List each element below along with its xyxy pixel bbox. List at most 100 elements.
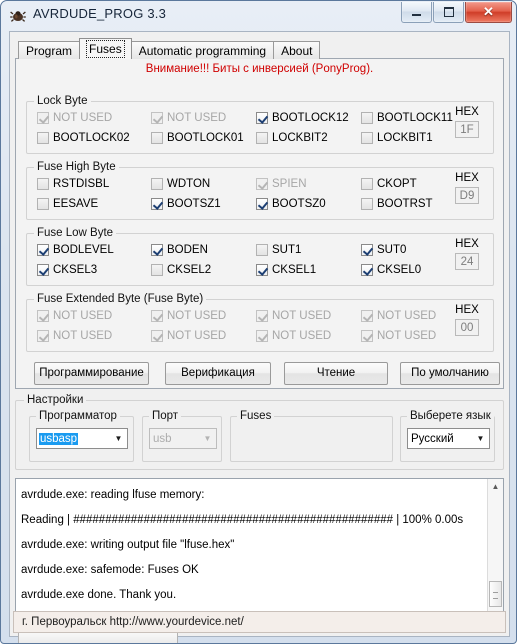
chevron-down-icon: ▼ <box>476 434 485 443</box>
checkbox-bootlock01[interactable]: BOOTLOCK01 <box>151 131 244 145</box>
fuses-tab-page: Внимание!!! Биты с инверсией (PonyProg).… <box>15 58 504 389</box>
checkbox-ext-not-used-1[interactable]: NOT USED <box>37 309 112 323</box>
port-combobox[interactable]: usb ▼ <box>149 428 217 449</box>
checkbox-label: LOCKBIT1 <box>377 132 433 144</box>
checkbox-label: NOT USED <box>377 310 437 322</box>
checkbox-bootlock02[interactable]: BOOTLOCK02 <box>37 131 130 145</box>
read-button[interactable]: Чтение <box>284 362 388 385</box>
hex-value[interactable]: 24 <box>455 253 479 270</box>
hex-label: HEX <box>455 304 479 316</box>
inversion-warning: Внимание!!! Биты с инверсией (PonyProg). <box>145 63 374 75</box>
checkbox-rstdisbl[interactable]: RSTDISBL <box>37 177 109 191</box>
checkbox-ext-not-used-5[interactable]: NOT USED <box>37 329 112 343</box>
hex-value[interactable]: 00 <box>455 319 479 336</box>
hex-value[interactable]: 1F <box>455 121 479 138</box>
programmer-combobox[interactable]: usbasp ▼ <box>36 428 128 449</box>
programmer-group: Программатор usbasp ▼ <box>29 410 134 462</box>
language-combobox[interactable]: Русский ▼ <box>407 428 490 449</box>
close-icon: ✕ <box>483 4 494 19</box>
scroll-up-icon[interactable]: ▲ <box>488 479 503 495</box>
scrollbar-thumb[interactable] <box>489 581 502 607</box>
tab-about[interactable]: About <box>273 41 321 59</box>
checkbox-bootsz0[interactable]: BOOTSZ0 <box>256 197 326 211</box>
checkbox-bootlock12[interactable]: BOOTLOCK12 <box>256 111 349 125</box>
checkbox-label: BOOTLOCK11 <box>377 112 453 124</box>
checkbox-eesave[interactable]: EESAVE <box>37 197 98 211</box>
checkbox-ext-not-used-6[interactable]: NOT USED <box>151 329 226 343</box>
checkbox-label: RSTDISBL <box>53 178 110 190</box>
hex-value[interactable]: D9 <box>455 187 479 204</box>
checkbox-sut1[interactable]: SUT1 <box>256 243 301 257</box>
checkbox-ext-not-used-8[interactable]: NOT USED <box>361 329 436 343</box>
checkbox-cksel1[interactable]: CKSEL1 <box>256 263 316 277</box>
scrollbar-track[interactable] <box>18 632 178 643</box>
checkbox-box <box>256 264 268 276</box>
tab-program[interactable]: Program <box>18 41 81 59</box>
group-fuse-high-byte: Fuse High Byte RSTDISBL WDTON SPIEN CKOP… <box>26 161 494 220</box>
checkbox-box <box>37 132 49 144</box>
group-legend: Lock Byte <box>34 95 91 107</box>
close-button[interactable]: ✕ <box>465 2 512 23</box>
checkbox-bootlock11[interactable]: BOOTLOCK11 <box>361 111 453 125</box>
group-fuse-low-byte: Fuse Low Byte BODLEVEL BODEN SUT1 SUT0 C… <box>26 227 494 286</box>
fuse-extended-byte-hex: HEX 00 <box>450 304 484 336</box>
checkbox-box <box>37 198 49 210</box>
checkbox-wdton[interactable]: WDTON <box>151 177 210 191</box>
checkbox-lock-not-used-2[interactable]: NOT USED <box>151 111 226 125</box>
checkbox-bootrst[interactable]: BOOTRST <box>361 197 433 211</box>
checkbox-label: NOT USED <box>53 330 113 342</box>
port-legend: Порт <box>149 410 182 422</box>
checkbox-bootsz1[interactable]: BOOTSZ1 <box>151 197 221 211</box>
checkbox-box <box>361 178 373 190</box>
log-line: Reading | ##############################… <box>21 514 464 526</box>
checkbox-box <box>151 198 163 210</box>
default-button[interactable]: По умолчанию <box>400 362 500 385</box>
programmer-value: usbasp <box>39 432 79 445</box>
checkbox-lockbit1[interactable]: LOCKBIT1 <box>361 131 433 145</box>
checkbox-ext-not-used-3[interactable]: NOT USED <box>256 309 331 323</box>
checkbox-label: CKOPT <box>377 178 417 190</box>
language-group: Выберете язык Русский ▼ <box>400 410 495 462</box>
checkbox-box <box>361 330 373 342</box>
log-horizontal-scrollbar[interactable] <box>18 632 178 643</box>
checkbox-box <box>361 198 373 210</box>
checkbox-lockbit2[interactable]: LOCKBIT2 <box>256 131 328 145</box>
tab-automatic-programming[interactable]: Automatic programming <box>130 41 275 59</box>
log-lines: avrdude.exe: reading lfuse memory: Readi… <box>21 483 483 608</box>
window-title: AVRDUDE_PROG 3.3 <box>33 6 166 21</box>
port-group: Порт usb ▼ <box>142 410 222 462</box>
checkbox-sut0[interactable]: SUT0 <box>361 243 406 257</box>
fuse-high-byte-hex: HEX D9 <box>450 172 484 204</box>
minimize-button[interactable] <box>401 2 432 23</box>
checkbox-cksel2[interactable]: CKSEL2 <box>151 263 211 277</box>
checkbox-label: NOT USED <box>167 330 227 342</box>
log-line: avrdude.exe: writing output file "lfuse.… <box>21 539 235 551</box>
checkbox-label: NOT USED <box>53 310 113 322</box>
checkbox-bodlevel[interactable]: BODLEVEL <box>37 243 114 257</box>
chevron-down-icon: ▼ <box>114 434 123 443</box>
checkbox-box <box>151 132 163 144</box>
checkbox-ext-not-used-7[interactable]: NOT USED <box>256 329 331 343</box>
checkbox-ext-not-used-2[interactable]: NOT USED <box>151 309 226 323</box>
tab-fuses[interactable]: Fuses <box>79 38 132 59</box>
checkbox-ext-not-used-4[interactable]: NOT USED <box>361 309 436 323</box>
log-vertical-scrollbar[interactable]: ▲ ▼ <box>487 479 503 625</box>
verification-button[interactable]: Верификация <box>165 362 271 385</box>
maximize-button[interactable] <box>433 2 464 23</box>
checkbox-cksel3[interactable]: CKSEL3 <box>37 263 97 277</box>
checkbox-label: SPIEN <box>272 178 307 190</box>
checkbox-boden[interactable]: BODEN <box>151 243 208 257</box>
programming-button[interactable]: Программирование <box>34 362 149 385</box>
checkbox-box <box>151 330 163 342</box>
checkbox-lock-not-used-1[interactable]: NOT USED <box>37 111 112 125</box>
log-output[interactable]: avrdude.exe: reading lfuse memory: Readi… <box>15 478 504 626</box>
language-value: Русский <box>411 432 454 445</box>
checkbox-label: NOT USED <box>167 112 227 124</box>
checkbox-spien[interactable]: SPIEN <box>256 177 307 191</box>
tab-strip: Program Fuses Automatic programming Abou… <box>18 38 321 59</box>
checkbox-box <box>256 198 268 210</box>
checkbox-box <box>37 264 49 276</box>
checkbox-label: CKSEL0 <box>377 264 422 276</box>
checkbox-cksel0[interactable]: CKSEL0 <box>361 263 421 277</box>
checkbox-ckopt[interactable]: CKOPT <box>361 177 417 191</box>
